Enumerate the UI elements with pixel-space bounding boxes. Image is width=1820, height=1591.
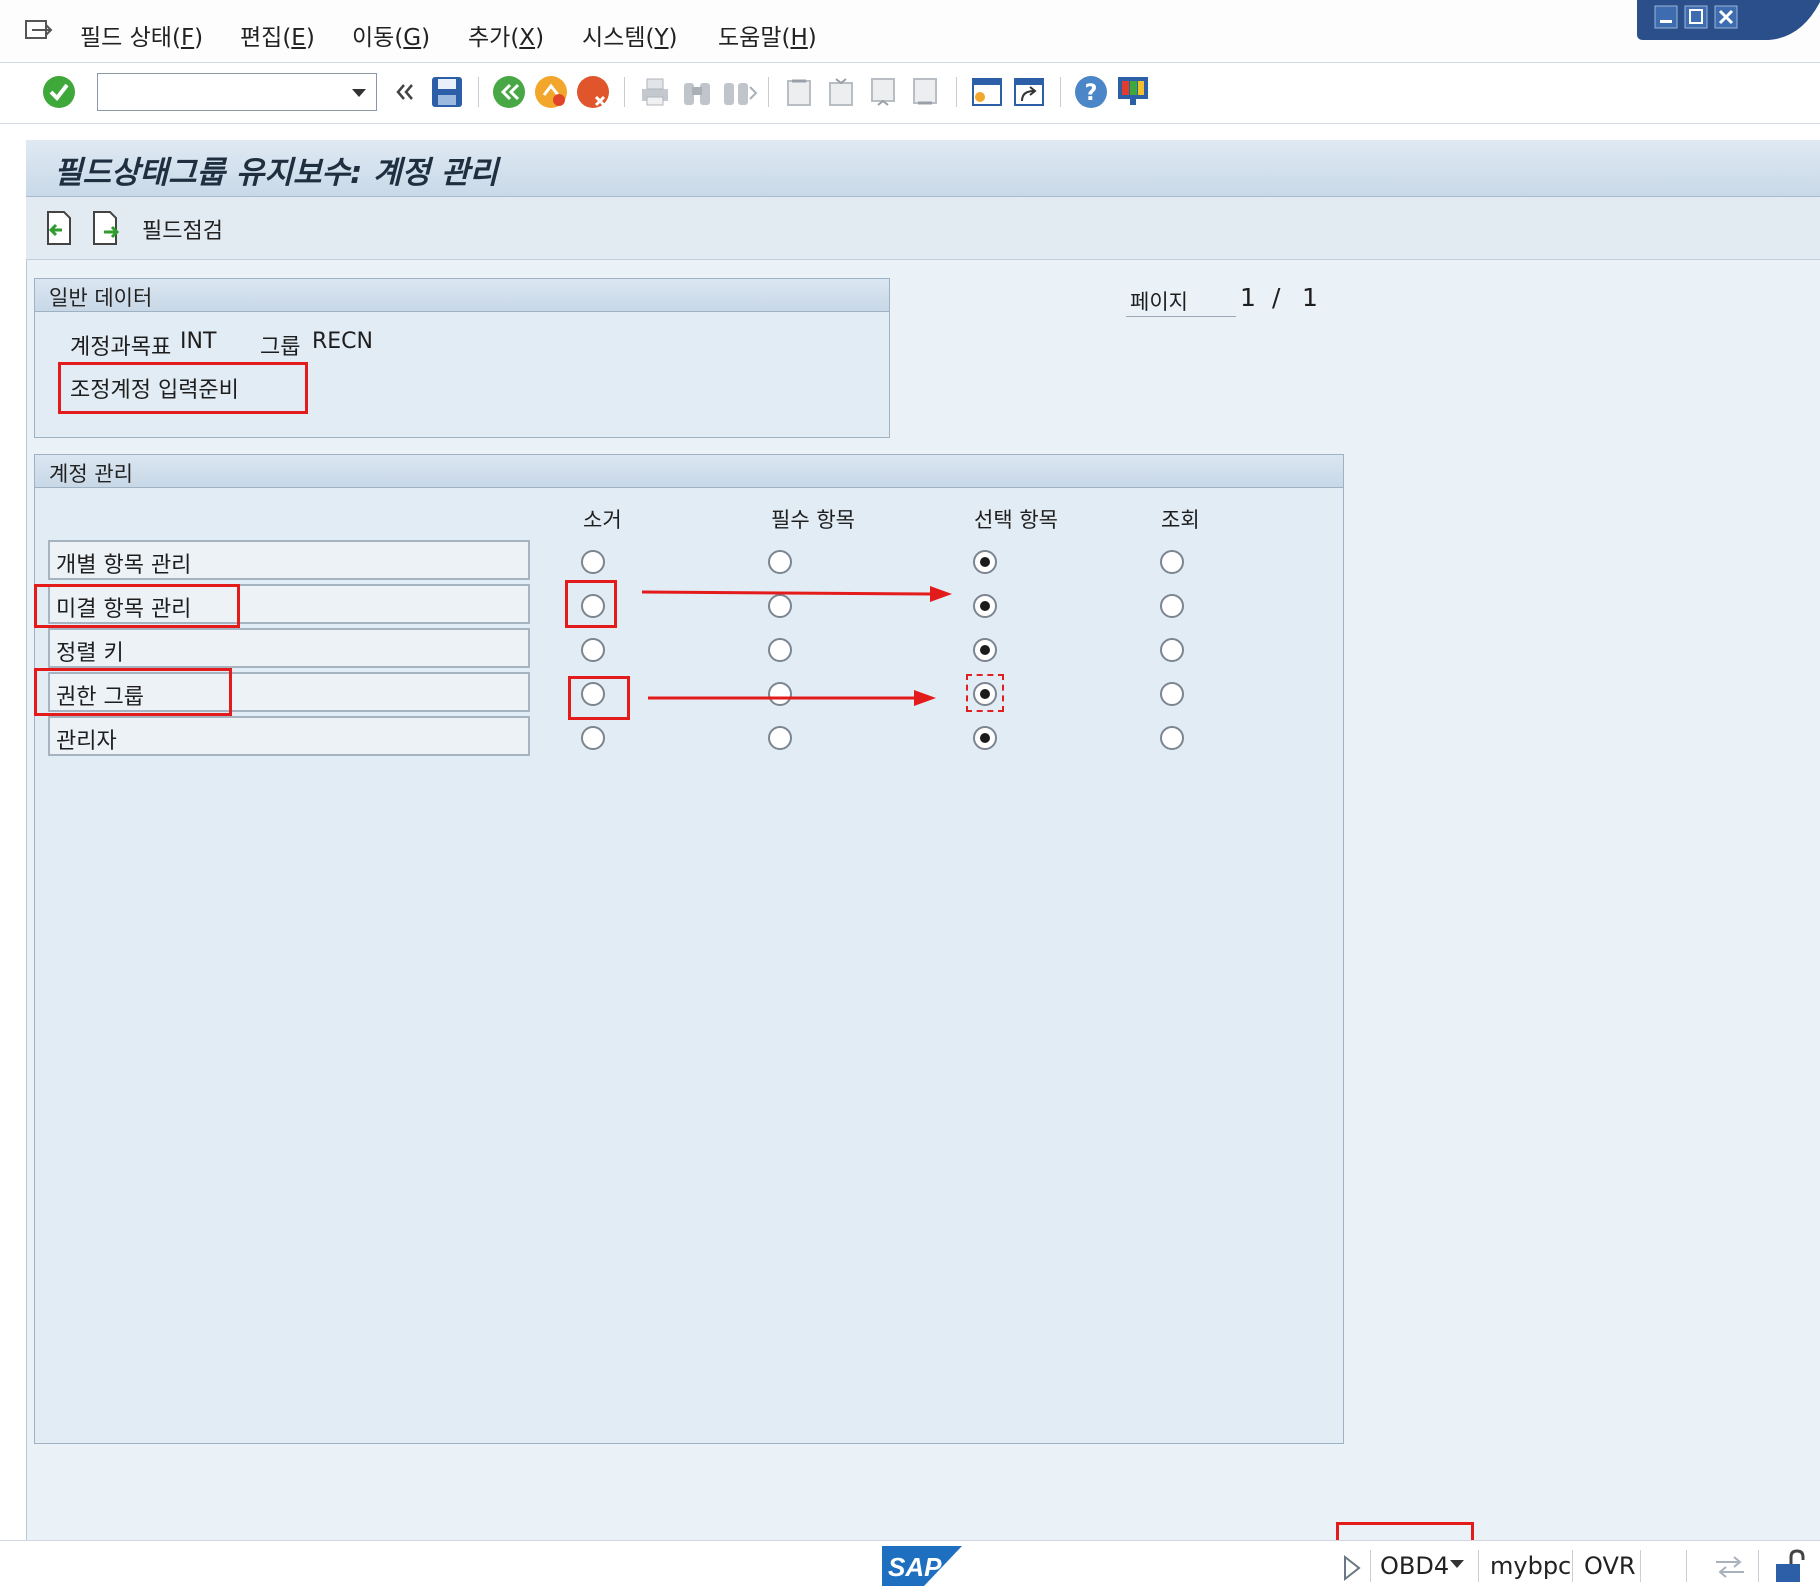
annotation-box [58,362,308,414]
row-label-field: 정렬 키 [48,628,530,668]
chevron-down-icon[interactable] [352,89,366,97]
help-icon[interactable]: ? [1072,73,1110,111]
cancel-icon[interactable] [574,73,612,111]
close-icon[interactable] [1714,5,1738,29]
annotation-box [34,668,232,716]
annotation-arrow [641,586,952,602]
column-header-required: 필수 항목 [771,508,855,532]
standard-toolbar: ? [0,63,1820,124]
field-check-button[interactable]: 필드점검 [142,213,223,245]
group-title: 계정 관리 [49,462,133,486]
radio-button[interactable] [581,726,605,750]
group-title: 일반 데이터 [49,286,153,310]
coa-value: INT [180,329,217,354]
transaction-code: OBD4 [1380,1552,1450,1580]
next-page-icon[interactable] [864,73,902,111]
radio-button[interactable] [973,726,997,750]
last-page-icon[interactable] [906,73,944,111]
radio-button[interactable] [1160,726,1184,750]
next-entry-icon[interactable] [90,210,122,246]
menu-edit[interactable]: 편집(E) [240,18,315,52]
annotation-box [34,584,240,628]
radio-button[interactable] [581,638,605,662]
radio-button[interactable] [1160,594,1184,618]
double-chevron-left-icon[interactable] [390,73,420,111]
column-header-suppress: 소거 [583,508,622,532]
group-header: 계정 관리 [35,455,1343,488]
exit-icon[interactable] [532,73,570,111]
row-label-field: 개별 항목 관리 [48,540,530,580]
minimize-icon[interactable] [1654,5,1678,29]
play-icon[interactable] [1342,1554,1362,1582]
annotation-arrow [648,690,936,706]
save-icon[interactable] [428,73,466,111]
previous-page-icon[interactable] [822,73,860,111]
menu-bar: 필드 상태(F) 편집(E) 이동(G) 추가(X) 시스템(Y) 도움말(H) [0,0,1820,63]
radio-button[interactable] [1160,550,1184,574]
create-session-icon[interactable] [968,73,1006,111]
svg-text:?: ? [1085,81,1098,106]
back-icon[interactable] [490,73,528,111]
maximize-icon[interactable] [1684,5,1708,29]
radio-button[interactable] [1160,682,1184,706]
radio-button[interactable] [768,550,792,574]
column-header-display: 조회 [1161,508,1200,532]
menu-system[interactable]: 시스템(Y) [582,18,678,52]
command-field[interactable] [97,73,377,111]
enter-icon[interactable] [40,73,78,111]
shortcut-icon[interactable] [1010,73,1048,111]
menu-goto[interactable]: 이동(G) [352,18,430,52]
svg-text:SAP: SAP [888,1552,942,1582]
layout-icon[interactable] [1114,73,1152,111]
radio-button[interactable] [973,594,997,618]
print-icon[interactable] [636,73,674,111]
coa-label: 계정과목표 [70,335,172,360]
menu-expand-icon[interactable] [24,18,54,44]
insert-mode: OVR [1584,1552,1636,1580]
application-toolbar [26,197,1820,260]
server-name: mybpc [1490,1552,1572,1580]
page-current: 1 [1240,283,1256,312]
row-label-field: 관리자 [48,716,530,756]
chevron-down-icon[interactable] [1450,1560,1464,1568]
column-header-optional: 선택 항목 [974,508,1058,532]
lock-icon[interactable] [1772,1548,1806,1584]
radio-button[interactable] [768,726,792,750]
previous-entry-icon[interactable] [44,210,74,246]
group-label: 그룹 [260,335,301,360]
page-label: 페이지 [1130,290,1188,314]
radio-button[interactable] [768,638,792,662]
page-separator: / [1272,283,1281,312]
page-title: 필드상태그룹 유지보수: 계정 관리 [54,155,499,191]
annotation-box [568,676,630,720]
group-header: 일반 데이터 [35,279,889,312]
page-total: 1 [1302,283,1318,312]
menu-extras[interactable]: 추가(X) [468,18,544,52]
page-underline [1126,316,1236,317]
radio-button[interactable] [973,550,997,574]
radio-button[interactable] [581,550,605,574]
first-page-icon[interactable] [780,73,818,111]
group-value: RECN [312,329,374,354]
menu-field-status[interactable]: 필드 상태(F) [80,18,203,52]
find-icon[interactable] [678,73,716,111]
radio-button[interactable] [1160,638,1184,662]
connection-icon [1716,1556,1744,1578]
radio-button[interactable] [973,638,997,662]
sap-logo: SAP [882,1546,962,1586]
annotation-box [565,580,617,628]
focus-indicator [966,674,1004,712]
window-controls [1637,0,1820,40]
find-next-icon[interactable] [720,73,758,111]
menu-help[interactable]: 도움말(H) [718,18,817,52]
